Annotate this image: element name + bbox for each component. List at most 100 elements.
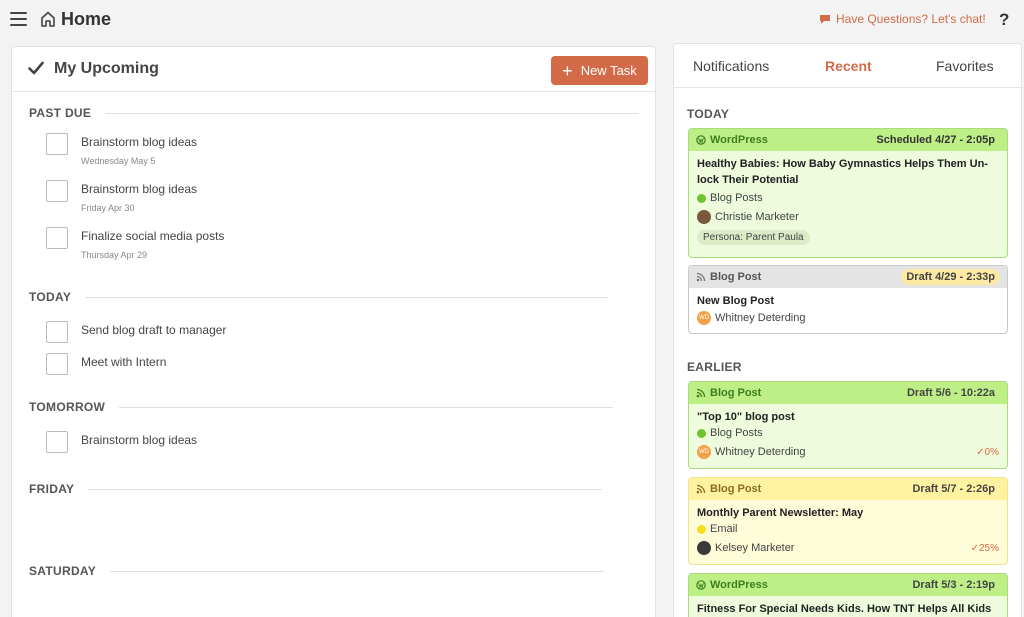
card-type-label: Blog Post (710, 483, 762, 495)
page-title: Home (61, 9, 112, 29)
task-date: Thursday Apr 29 (81, 250, 148, 260)
chat-link-label: Have Questions? Let's chat! (836, 12, 986, 26)
activity-card[interactable]: Blog Post Draft 5/7 - 2:26p Monthly Pare… (688, 477, 1008, 565)
avatar: WD (697, 311, 711, 325)
task-checkbox[interactable] (46, 321, 68, 343)
card-header: WordPress Scheduled 4/27 - 2:05p (689, 129, 1007, 151)
card-header: Blog Post Draft 5/7 - 2:26p (689, 478, 1007, 500)
menu-icon[interactable] (10, 12, 27, 26)
section-label: FRIDAY (29, 482, 75, 496)
tab-recent[interactable]: Recent (825, 58, 872, 74)
activity-card[interactable]: Blog Post Draft 5/6 - 10:22a "Top 10" bl… (688, 381, 1008, 469)
card-author: Kelsey Marketer ✓25% (697, 541, 999, 555)
divider (119, 406, 614, 408)
card-status: Scheduled 4/27 - 2:05p (876, 134, 995, 146)
top-bar: Home Have Questions? Let's chat! ? (0, 0, 1024, 40)
section-past-due: PAST DUE (29, 106, 640, 120)
card-type: WordPress (696, 134, 768, 146)
card-category: Email (697, 523, 999, 535)
card-title: Monthly Parent Newsletter: May (697, 507, 864, 519)
author-name: Christie Marketer (715, 211, 799, 223)
card-status: Draft 4/29 - 2:33p (901, 269, 1000, 285)
plus-icon: + (562, 60, 573, 81)
progress-value: 0% (984, 446, 999, 458)
card-type-label: Blog Post (710, 271, 762, 283)
card-status: Draft 5/3 - 2:19p (912, 579, 995, 591)
divider (88, 488, 603, 490)
category-label: Blog Posts (710, 427, 763, 439)
section-tomorrow: TOMORROW (29, 400, 614, 414)
panel-title: My Upcoming (54, 60, 159, 77)
card-type-label: WordPress (710, 134, 768, 146)
card-author: Christie Marketer (697, 210, 999, 224)
card-category: Blog Posts (697, 427, 999, 439)
tab-notifications[interactable]: Notifications (693, 58, 769, 74)
category-label: Email (710, 523, 738, 535)
rss-icon (696, 272, 706, 282)
divider (110, 570, 605, 572)
category-dot-icon (697, 428, 706, 438)
progress-indicator: ✓0% (976, 446, 999, 458)
task-date: Friday Apr 30 (81, 203, 135, 213)
task-name: Brainstorm blog ideas (81, 433, 198, 447)
card-body: Healthy Babies: How Baby Gymnastics Help… (689, 151, 1007, 250)
card-title: Healthy Babies: How Baby Gymnastics Help… (697, 158, 988, 186)
section-label: PAST DUE (29, 106, 92, 120)
card-title: Fitness For Special Needs Kids. How TNT … (697, 603, 992, 615)
task-checkbox[interactable] (46, 227, 68, 249)
section-label: SATURDAY (29, 564, 97, 578)
activity-card[interactable]: WordPress Draft 5/3 - 2:19p Fitness For … (688, 573, 1008, 617)
task-checkbox[interactable] (46, 353, 68, 375)
card-type-label: Blog Post (710, 387, 762, 399)
activity-card[interactable]: Blog Post Draft 4/29 - 2:33p New Blog Po… (688, 265, 1008, 334)
divider (105, 112, 640, 114)
author-name: Whitney Deterding (715, 312, 806, 324)
task-checkbox[interactable] (46, 180, 68, 202)
section-label: TODAY (29, 290, 72, 304)
help-icon[interactable]: ? (999, 10, 1009, 30)
chat-link[interactable]: Have Questions? Let's chat! (819, 12, 986, 26)
card-title: "Top 10" blog post (697, 411, 795, 423)
activity-card[interactable]: WordPress Scheduled 4/27 - 2:05p Healthy… (688, 128, 1008, 258)
category-label: Blog Posts (710, 192, 763, 204)
card-title: New Blog Post (697, 295, 775, 307)
my-upcoming-panel: My Upcoming + New Task PAST DUE Brainsto… (11, 46, 656, 617)
task-checkbox[interactable] (46, 431, 68, 453)
task-name: Meet with Intern (81, 355, 167, 369)
card-status: Draft 5/7 - 2:26p (912, 483, 995, 495)
section-today: TODAY (687, 107, 730, 121)
chat-bubble-icon (820, 14, 830, 24)
task-checkbox[interactable] (46, 133, 68, 155)
card-body: New Blog Post WD Whitney Deterding (689, 288, 1007, 330)
activity-tabs: Notifications Recent Favorites (674, 44, 1021, 88)
progress-value: 25% (978, 542, 999, 554)
section-today: TODAY (29, 290, 609, 304)
author-name: Kelsey Marketer (715, 542, 795, 554)
wordpress-icon (696, 580, 706, 590)
wordpress-icon (696, 135, 706, 145)
tab-favorites[interactable]: Favorites (936, 58, 994, 74)
card-header: WordPress Draft 5/3 - 2:19p (689, 574, 1007, 596)
card-author: WD Whitney Deterding ✓0% (697, 445, 999, 459)
rss-icon (696, 484, 706, 494)
card-header: Blog Post Draft 4/29 - 2:33p (689, 266, 1007, 288)
author-name: Whitney Deterding (715, 446, 806, 458)
avatar: WD (697, 445, 711, 459)
avatar (697, 541, 711, 555)
section-label: TOMORROW (29, 400, 106, 414)
new-task-button[interactable]: + New Task (551, 56, 648, 85)
card-body: Monthly Parent Newsletter: May Email Kel… (689, 500, 1007, 560)
card-type: WordPress (696, 579, 768, 591)
card-header: Blog Post Draft 5/6 - 10:22a (689, 382, 1007, 404)
checkmark-icon (28, 61, 44, 75)
task-name: Finalize social media posts (81, 229, 225, 243)
divider (85, 296, 609, 298)
card-type: Blog Post (696, 271, 761, 283)
category-dot-icon (697, 193, 706, 203)
section-earlier: EARLIER (687, 360, 742, 374)
progress-indicator: ✓25% (970, 542, 999, 554)
section-friday: FRIDAY (29, 482, 603, 496)
avatar (697, 210, 711, 224)
section-saturday: SATURDAY (29, 564, 605, 578)
activity-panel: Notifications Recent Favorites TODAY Wor… (673, 43, 1022, 617)
